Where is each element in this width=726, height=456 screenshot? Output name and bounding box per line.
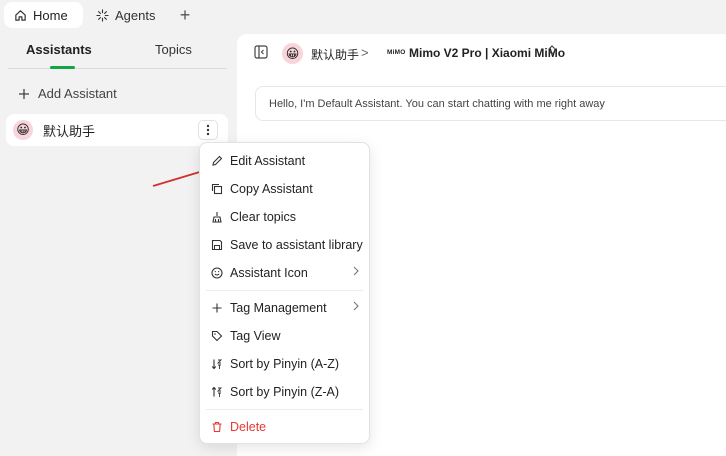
menu-item-label: Save to assistant library <box>230 238 363 252</box>
menu-item-copy-assistant[interactable]: Copy Assistant <box>200 177 369 201</box>
copy-icon <box>210 182 224 196</box>
tab-agents-label: Agents <box>115 7 156 23</box>
assistant-list-item[interactable]: 😀 默认助手 <box>6 114 228 146</box>
assistant-greeting-message: Hello, I'm Default Assistant. You can st… <box>255 86 726 121</box>
plus-icon <box>18 88 30 100</box>
menu-divider <box>206 290 363 291</box>
menu-divider <box>206 409 363 410</box>
trash-icon <box>210 420 224 434</box>
menu-item-label: Clear topics <box>230 210 296 224</box>
tags-icon <box>210 329 224 343</box>
model-logo: MiMO <box>387 49 406 56</box>
broom-icon <box>210 210 224 224</box>
menu-item-tag-management[interactable]: Tag Management <box>200 296 369 320</box>
chevron-up-down-icon[interactable] <box>548 44 556 56</box>
menu-item-label: Sort by Pinyin (A-Z) <box>230 357 340 371</box>
menu-item-label: Tag Management <box>230 301 327 315</box>
home-icon <box>14 9 27 22</box>
sidebar-tabs: Assistants Topics <box>8 32 227 69</box>
tab-assistants[interactable]: Assistants <box>26 42 92 57</box>
tab-topics[interactable]: Topics <box>155 42 192 57</box>
menu-item-label: Tag View <box>230 329 281 343</box>
more-options-button[interactable] <box>198 120 218 140</box>
sidebar-toggle-icon[interactable] <box>254 45 268 59</box>
sparkle-icon <box>96 8 109 22</box>
assistant-context-menu: Edit Assistant Copy Assistant Clear topi… <box>199 142 370 444</box>
menu-item-sort-a-z[interactable]: Sort by Pinyin (A-Z) <box>200 352 369 376</box>
menu-item-save-to-library[interactable]: Save to assistant library <box>200 233 369 257</box>
add-tab-button[interactable]: + <box>176 4 194 26</box>
menu-item-tag-view[interactable]: Tag View <box>200 324 369 348</box>
pencil-icon <box>210 154 224 168</box>
menu-item-label: Delete <box>230 420 267 434</box>
tab-home[interactable]: Home <box>4 2 83 28</box>
tab-agents[interactable]: Agents <box>96 2 155 28</box>
model-selector[interactable]: Mimo V2 Pro | Xiaomi MiMo <box>409 46 565 60</box>
menu-item-edit-assistant[interactable]: Edit Assistant <box>200 149 369 173</box>
menu-item-delete[interactable]: Delete <box>200 415 369 439</box>
sort-desc-icon <box>210 385 224 399</box>
add-assistant-label: Add Assistant <box>38 86 117 101</box>
chevron-right-icon <box>353 301 359 311</box>
top-tab-bar: Home Agents + <box>0 0 726 32</box>
header-avatar[interactable]: 😀 <box>282 43 303 64</box>
active-tab-indicator <box>50 66 75 69</box>
more-vertical-icon <box>206 124 210 136</box>
assistant-name: 默认助手 <box>43 123 96 139</box>
avatar: 😀 <box>13 120 33 140</box>
add-assistant-button[interactable]: Add Assistant <box>18 86 117 101</box>
save-icon <box>210 238 224 252</box>
tab-home-label: Home <box>33 7 68 23</box>
smile-icon <box>210 266 224 280</box>
menu-item-label: Edit Assistant <box>230 154 306 168</box>
header-assistant-name[interactable]: 默认助手 <box>311 46 359 63</box>
menu-item-label: Sort by Pinyin (Z-A) <box>230 385 340 399</box>
sort-asc-icon <box>210 357 224 371</box>
menu-item-sort-z-a[interactable]: Sort by Pinyin (Z-A) <box>200 380 369 404</box>
menu-item-clear-topics[interactable]: Clear topics <box>200 205 369 229</box>
chevron-right-icon <box>353 266 359 276</box>
menu-item-assistant-icon[interactable]: Assistant Icon <box>200 261 369 285</box>
menu-item-label: Assistant Icon <box>230 266 308 280</box>
menu-item-label: Copy Assistant <box>230 182 313 196</box>
plus-icon <box>210 301 224 315</box>
chat-header: 😀 默认助手 > MiMO Mimo V2 Pro | Xiaomi MiMo <box>237 34 726 74</box>
breadcrumb-separator: > <box>361 45 369 60</box>
